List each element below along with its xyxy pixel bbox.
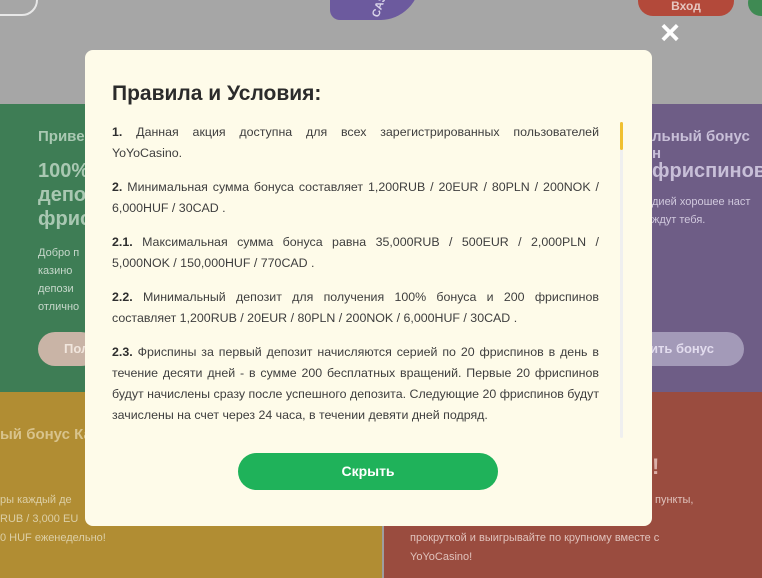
hide-button[interactable]: Скрыть — [238, 453, 498, 490]
rules-list[interactable]: 1. Данная акция доступна для всех зареги… — [112, 122, 599, 488]
rule-number: 2.2. — [112, 290, 133, 304]
header-left-button[interactable] — [0, 0, 38, 16]
promo-bottom-left-title: ый бонус Ка — [0, 426, 92, 443]
register-button[interactable] — [748, 0, 762, 16]
modal-title: Правила и Условия: — [112, 82, 322, 105]
promo-right-big: фриспинов — [652, 160, 762, 182]
promo-left-big-3: фрис — [38, 208, 92, 230]
rule-number: 1. — [112, 125, 123, 139]
rule-text: Фриспины за первый депозит начисляются с… — [112, 345, 599, 422]
promo-right-title: льный бонус н — [652, 128, 750, 162]
promo-bottom-right-text-2: прокруткой и выигрывайте по крупному вме… — [410, 532, 660, 544]
promo-bottom-right-text-3: YoYoCasino! — [410, 551, 473, 563]
promo-left-text-1: Добро п — [38, 247, 80, 259]
promo-left-text-4: отлично — [38, 301, 80, 313]
login-button[interactable]: Вход — [638, 0, 734, 16]
rule-item: 2.2. Минимальный депозит для получения 1… — [112, 287, 599, 329]
rule-item: 2.3. Фриспины за первый депозит начисляю… — [112, 342, 599, 426]
rule-number: 2.3. — [112, 345, 133, 359]
rule-number: 2. — [112, 180, 123, 194]
rule-text: Максимальная сумма бонуса равна 35,000RU… — [112, 235, 599, 270]
promo-bottom-left-text-3: 0 HUF еженедельно! — [0, 532, 106, 544]
rule-item: 2. Минимальная сумма бонуса составляет 1… — [112, 177, 599, 219]
promo-left-text-3: депози — [38, 283, 74, 295]
terms-modal: Правила и Условия: 1. Данная акция досту… — [85, 50, 652, 526]
promo-left-text-2: казино — [38, 265, 73, 277]
rule-number: 2.1. — [112, 235, 133, 249]
promo-right-text-1: дией хорошее наст — [652, 196, 751, 208]
rule-item: 1. Данная акция доступна для всех зареги… — [112, 122, 599, 164]
promo-right-text-2: ждут тебя. — [652, 214, 706, 226]
close-icon[interactable]: × — [654, 16, 686, 50]
promo-bottom-left-text-1: ры каждый де — [0, 494, 72, 506]
rule-text: Минимальный депозит для получения 100% б… — [112, 290, 599, 325]
promo-bottom-right-exclaim: ! — [652, 454, 660, 479]
rules-scrollbar-thumb[interactable] — [620, 122, 623, 150]
rule-text: Данная акция доступна для всех зарегистр… — [112, 125, 599, 160]
promo-bottom-right-text-1: пункты, — [655, 494, 694, 506]
promo-left-title: Приве — [38, 128, 85, 145]
rule-text: Минимальная сумма бонуса составляет 1,20… — [112, 180, 599, 215]
rule-item: 2.1. Максимальная сумма бонуса равна 35,… — [112, 232, 599, 274]
promo-left-big-2: депо — [38, 184, 87, 206]
promo-bottom-left-text-2: RUB / 3,000 EU — [0, 513, 79, 525]
rules-scrollbar-track[interactable] — [620, 122, 623, 438]
promo-left-big-1: 100% — [38, 160, 90, 182]
